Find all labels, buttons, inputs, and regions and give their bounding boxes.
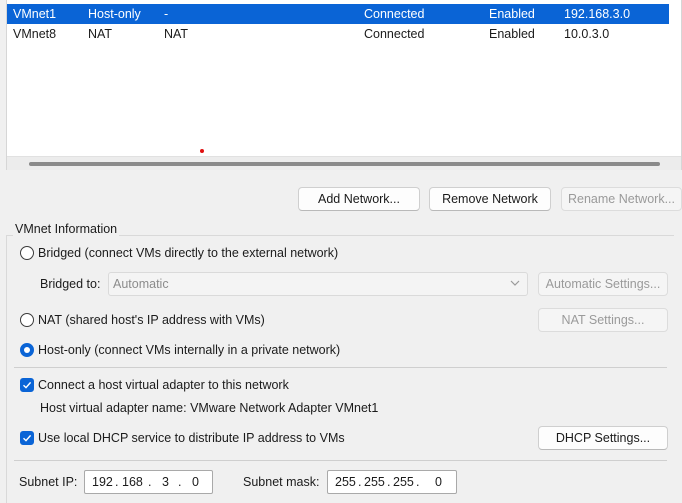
- ip-octet: 168: [122, 475, 143, 489]
- subnet-ip-label: Subnet IP:: [19, 475, 78, 489]
- connect-adapter-checkbox[interactable]: [20, 378, 34, 392]
- network-row[interactable]: VMnet1 Host-only - Connected Enabled 192…: [7, 4, 669, 24]
- network-external: NAT: [164, 27, 189, 41]
- subnet-mask-field[interactable]: 255 . 255 . 255 . 0: [327, 470, 457, 494]
- network-name: VMnet1: [13, 7, 57, 21]
- network-host-connection: Connected: [364, 7, 425, 21]
- mask-octet: 255: [364, 475, 385, 489]
- bridged-to-value: Automatic: [113, 277, 169, 291]
- network-type: NAT: [88, 27, 113, 41]
- network-type: Host-only: [88, 7, 141, 21]
- dhcp-settings-button[interactable]: DHCP Settings...: [538, 426, 668, 450]
- bridged-to-label: Bridged to:: [40, 277, 101, 291]
- network-subnet: 192.168.3.0: [564, 7, 631, 21]
- add-network-button[interactable]: Add Network...: [298, 187, 420, 211]
- connect-adapter-label: Connect a host virtual adapter to this n…: [38, 378, 289, 392]
- scrollbar-thumb[interactable]: [29, 162, 660, 166]
- chevron-down-icon: [509, 277, 521, 292]
- horizontal-scrollbar[interactable]: [7, 156, 681, 170]
- network-name: VMnet8: [13, 27, 57, 41]
- network-dhcp: Enabled: [489, 7, 535, 21]
- mask-octet: 255: [393, 475, 414, 489]
- bridged-label: Bridged (connect VMs directly to the ext…: [38, 246, 339, 260]
- host-only-label: Host-only (connect VMs internally in a p…: [38, 343, 341, 357]
- subnet-mask-label: Subnet mask:: [243, 475, 320, 489]
- adapter-name-text: Host virtual adapter name: VMware Networ…: [40, 401, 379, 415]
- network-external: -: [164, 7, 169, 21]
- automatic-settings-button[interactable]: Automatic Settings...: [538, 272, 668, 296]
- network-dhcp: Enabled: [489, 27, 535, 41]
- group-title: VMnet Information: [13, 222, 120, 236]
- subnet-ip-field[interactable]: 192 . 168 . 3 . 0: [84, 470, 213, 494]
- check-icon: [23, 381, 32, 389]
- check-icon: [23, 434, 32, 442]
- separator: [14, 460, 667, 461]
- bridged-to-dropdown[interactable]: Automatic: [108, 272, 528, 296]
- network-list[interactable]: VMnet1 Host-only - Connected Enabled 192…: [6, 0, 682, 170]
- ip-octet: 192: [92, 475, 113, 489]
- nat-label: NAT (shared host's IP address with VMs): [38, 313, 265, 327]
- nat-radio[interactable]: [20, 313, 34, 327]
- dhcp-label: Use local DHCP service to distribute IP …: [38, 431, 345, 445]
- rename-network-button[interactable]: Rename Network...: [561, 187, 682, 211]
- network-row[interactable]: VMnet8 NAT NAT Connected Enabled 10.0.3.…: [7, 24, 669, 44]
- mask-octet: 255: [335, 475, 356, 489]
- bridged-radio[interactable]: [20, 246, 34, 260]
- cursor-dot: [200, 149, 204, 153]
- ip-octet: 3: [162, 475, 169, 489]
- network-subnet: 10.0.3.0: [564, 27, 610, 41]
- mask-octet: 0: [435, 475, 442, 489]
- remove-network-button[interactable]: Remove Network: [429, 187, 551, 211]
- ip-octet: 0: [192, 475, 199, 489]
- dhcp-checkbox[interactable]: [20, 431, 34, 445]
- nat-settings-button[interactable]: NAT Settings...: [538, 308, 668, 332]
- separator: [14, 367, 667, 368]
- host-only-radio[interactable]: [20, 343, 34, 357]
- network-host-connection: Connected: [364, 27, 425, 41]
